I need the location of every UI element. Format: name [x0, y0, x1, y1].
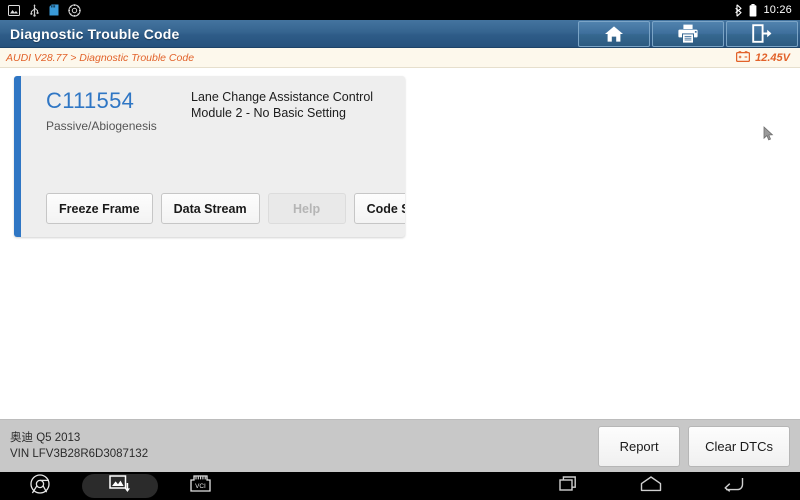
android-status-bar: 10:26	[0, 0, 800, 20]
screenshot-icon	[109, 474, 131, 498]
page-title: Diagnostic Trouble Code	[10, 25, 180, 42]
svg-text:VCI: VCI	[195, 483, 206, 490]
freeze-frame-button[interactable]: Freeze Frame	[46, 193, 153, 224]
android-nav-bar: VCI	[0, 472, 800, 500]
vci-shortcut[interactable]: VCI	[160, 472, 240, 500]
recents-icon	[559, 475, 579, 498]
vehicle-vin: VIN LFV3B28R6D3087132	[10, 448, 149, 460]
exit-icon	[752, 24, 772, 43]
chrome-shortcut[interactable]	[0, 472, 80, 500]
sdcard-icon	[49, 4, 59, 16]
usb-icon	[29, 3, 40, 17]
home-icon	[604, 25, 624, 43]
status-bar-right-icons: 10:26	[734, 3, 800, 17]
header-action-buttons	[578, 20, 800, 47]
home-button[interactable]	[578, 20, 650, 47]
clear-dtcs-button[interactable]: Clear DTCs	[688, 425, 790, 467]
voltage-indicator: 12.45V	[736, 49, 800, 67]
dtc-code-column: C111554 Passive/Abiogenesis	[46, 88, 196, 134]
gallery-icon	[8, 4, 20, 16]
back-button[interactable]	[718, 472, 748, 500]
dtc-card: C111554 Passive/Abiogenesis Lane Change …	[14, 76, 405, 237]
bluetooth-icon	[734, 3, 743, 17]
tablet-screen: 10:26 Diagnostic Trouble Code AUDI V28.7…	[0, 0, 800, 500]
data-stream-button[interactable]: Data Stream	[160, 193, 260, 224]
settings-icon	[68, 3, 81, 17]
chrome-icon	[30, 473, 50, 499]
vehicle-info: 奥迪 Q5 2013 VIN LFV3B28R6D3087132	[0, 430, 148, 462]
battery-icon	[749, 3, 757, 17]
mouse-cursor	[763, 126, 775, 147]
screenshot-shortcut[interactable]	[80, 472, 160, 500]
breadcrumb[interactable]: AUDI V28.77 > Diagnostic Trouble Code	[0, 52, 194, 64]
vehicle-name: 奥迪 Q5 2013	[10, 432, 81, 444]
app-title-bar: Diagnostic Trouble Code	[0, 20, 800, 48]
report-button[interactable]: Report	[598, 425, 681, 467]
home-button-nav[interactable]	[636, 472, 666, 500]
code-search-button[interactable]: Code Search	[353, 193, 405, 224]
status-bar-left-icons	[0, 3, 81, 17]
printer-icon	[678, 24, 698, 43]
recents-button[interactable]	[554, 472, 584, 500]
footer-action-buttons: Report Clear DTCs	[598, 425, 800, 467]
nav-system-buttons	[554, 472, 800, 500]
vci-icon: VCI	[189, 474, 212, 498]
print-button[interactable]	[652, 20, 724, 47]
dtc-card-accent-bar	[14, 76, 21, 237]
dtc-description: Lane Change Assistance Control Module 2 …	[191, 90, 374, 120]
home-icon	[640, 475, 662, 497]
dtc-code: C111554	[46, 88, 135, 113]
dtc-card-buttons: Freeze Frame Data Stream Help Code Searc…	[46, 193, 405, 224]
main-content: C111554 Passive/Abiogenesis Lane Change …	[0, 68, 800, 419]
help-button: Help	[267, 193, 346, 224]
nav-app-shortcuts: VCI	[0, 472, 240, 500]
dtc-status: Passive/Abiogenesis	[46, 119, 157, 133]
status-bar-clock: 10:26	[763, 4, 792, 16]
dtc-card-body: C111554 Passive/Abiogenesis Lane Change …	[21, 76, 405, 237]
exit-button[interactable]	[726, 20, 798, 47]
battery-voltage-icon	[736, 49, 751, 67]
screenshot-shortcut-pill	[82, 474, 158, 498]
back-icon	[722, 476, 744, 497]
breadcrumb-bar: AUDI V28.77 > Diagnostic Trouble Code 12…	[0, 48, 800, 68]
vehicle-info-bar: 奥迪 Q5 2013 VIN LFV3B28R6D3087132 Report …	[0, 419, 800, 472]
voltage-value: 12.45V	[755, 51, 790, 64]
